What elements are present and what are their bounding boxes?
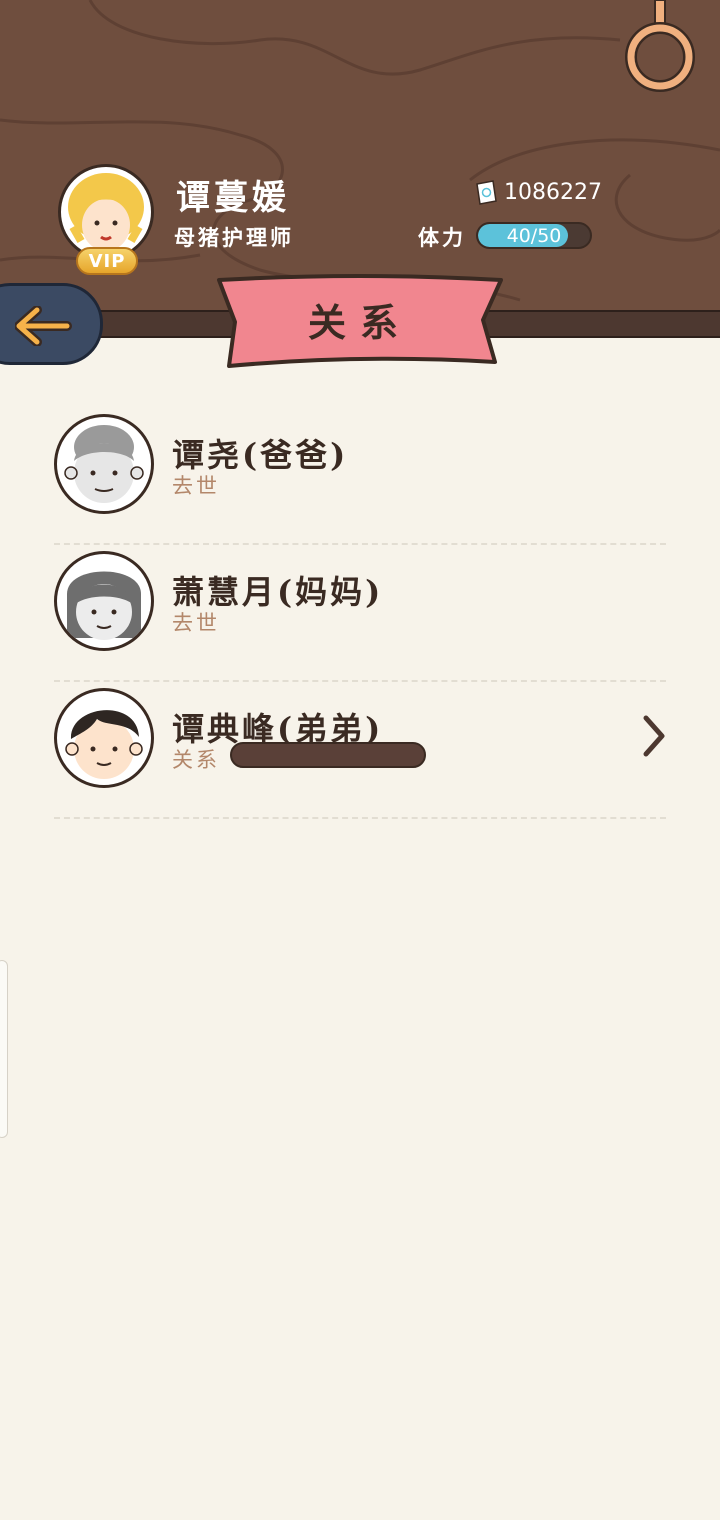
relation-avatar [54,688,154,788]
relation-bar [230,742,426,768]
stamina-bar: 40/50 [476,222,592,249]
relation-avatar [54,551,154,651]
player-avatar[interactable] [58,164,154,260]
player-name: 谭蔓媛 [176,178,290,218]
relation-status: 去世 [172,474,220,498]
vip-badge: VIP [76,247,138,275]
player-job: 母猪护理师 [174,225,294,250]
relation-row[interactable]: 萧慧月(妈妈) 去世 [54,545,666,682]
money-note-icon [476,180,497,205]
relation-status: 去世 [172,611,220,635]
father-face-icon [64,425,144,503]
brother-face-icon [65,710,143,779]
back-button[interactable] [0,283,103,365]
blonde-girl-face-icon [68,173,144,251]
back-arrow-icon [15,306,72,346]
side-edge-handle[interactable] [0,960,8,1138]
relation-label: 关系 [172,748,220,772]
money-value: 1086227 [504,180,602,205]
relation-row[interactable]: 谭典峰(弟弟) 关系 [54,682,666,819]
stamina-label: 体力 [418,225,466,250]
mother-face-icon [67,571,141,640]
page-title: 关系 [307,300,412,345]
relation-avatar [54,414,154,514]
stamina-text: 40/50 [506,225,562,247]
hanging-ring-icon [625,0,695,92]
relation-row[interactable]: 谭尧(爸爸) 去世 [54,408,666,545]
chevron-right-icon[interactable] [640,714,668,758]
